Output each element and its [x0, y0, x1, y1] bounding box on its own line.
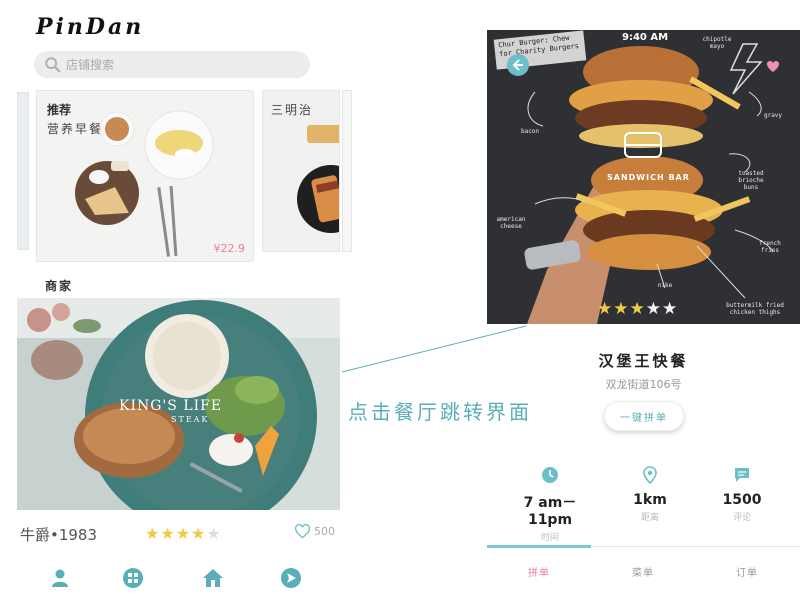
- grid-icon: [123, 568, 143, 588]
- star-icon: ★: [613, 299, 629, 319]
- search-bar[interactable]: [34, 51, 310, 78]
- stat-comments[interactable]: 1500 评论: [697, 466, 787, 523]
- label-chicken: buttermilk fried chicken thighs: [726, 302, 784, 316]
- tab-orders[interactable]: 订单: [695, 564, 799, 579]
- merchant-hero-image[interactable]: KING'S LIFE STEAK: [17, 298, 340, 510]
- restaurant-cover-image: Chur Burger: Chew for Charity Burgers 9:…: [487, 30, 800, 324]
- like-button[interactable]: 500: [294, 524, 335, 539]
- merchants-section-title: 商家: [45, 279, 74, 293]
- star-icon: ★: [206, 524, 221, 543]
- detail-tabs: 拼单 菜单 订单: [487, 545, 800, 586]
- stat-distance: 1km 距离: [605, 466, 695, 523]
- featured-card[interactable]: 推荐 营养早餐 ¥22.9: [36, 90, 254, 262]
- stat-comments-value: 1500: [722, 492, 762, 508]
- nav-home[interactable]: [200, 565, 226, 591]
- star-icon: ★: [645, 299, 661, 319]
- tab-menu[interactable]: 菜单: [591, 564, 695, 579]
- clock-icon: [542, 467, 558, 483]
- label-bacon: bacon: [520, 128, 540, 135]
- tab-group-order[interactable]: 拼单: [487, 564, 591, 579]
- home-icon: [203, 569, 223, 587]
- comment-icon: [735, 468, 749, 482]
- carousel-prev-card[interactable]: [17, 92, 29, 250]
- group-order-button[interactable]: 一键拼单: [604, 401, 684, 431]
- nav-discover[interactable]: [278, 565, 304, 591]
- canvas: PinDan 推荐 营养早餐 ¥22.9: [0, 0, 800, 600]
- restaurant-address: 双龙街道106号: [605, 378, 682, 391]
- active-tab-indicator: [487, 545, 591, 548]
- cover-rating: ★ ★ ★ ★ ★: [597, 299, 678, 319]
- star-icon: ★: [597, 299, 613, 319]
- heart-outline-icon: [294, 524, 311, 539]
- location-pin-icon: [643, 466, 657, 484]
- star-icon: ★: [175, 524, 191, 543]
- label-gravy: gravy: [763, 112, 783, 119]
- stat-distance-value: 1km: [633, 492, 667, 508]
- nav-profile[interactable]: [47, 565, 73, 591]
- restaurant-name: 汉堡王快餐: [598, 352, 689, 370]
- flow-annotation: 点击餐厅跳转界面: [348, 400, 532, 424]
- stat-hours-label: 时间: [540, 533, 559, 543]
- stat-comments-label: 评论: [732, 513, 751, 523]
- label-brioche: toasted brioche buns: [738, 170, 764, 191]
- star-icon: ★: [160, 524, 175, 543]
- star-icon: ★: [629, 299, 645, 319]
- star-icon: ★: [662, 299, 678, 319]
- label-fries: french fries: [759, 240, 781, 254]
- stat-hours: 7 am－11pm 时间: [505, 466, 595, 543]
- carousel-next-card[interactable]: [342, 90, 352, 252]
- merchant-name: 牛爵•1983: [20, 525, 98, 544]
- search-icon: [45, 56, 61, 72]
- featured-label: 推荐: [47, 103, 72, 117]
- like-count: 500: [314, 525, 335, 538]
- label-nike: nike: [657, 282, 673, 289]
- sandwich-card-title: 三明治: [271, 103, 314, 117]
- star-icon: ★: [191, 524, 206, 543]
- merchant-info-row[interactable]: 牛爵•1983 ★ ★ ★ ★ ★ 500: [20, 524, 340, 544]
- stat-hours-value: 7 am－11pm: [523, 495, 577, 528]
- star-icon: ★: [145, 524, 160, 543]
- stat-distance-label: 距离: [640, 513, 659, 523]
- restaurant-stats: 7 am－11pm 时间 1km 距离 1500 评论: [505, 466, 787, 543]
- featured-title: 营养早餐: [47, 122, 104, 136]
- hero-brand-subtitle: STEAK: [171, 415, 210, 424]
- back-button[interactable]: [507, 54, 529, 76]
- arrow-left-icon: [512, 59, 523, 71]
- navigate-icon: [281, 568, 301, 588]
- bottom-nav: [20, 565, 340, 595]
- sandwich-card[interactable]: 三明治: [262, 90, 340, 252]
- search-input[interactable]: [66, 57, 286, 72]
- sandwich-bar-badge: SANDWICH BAR: [607, 173, 690, 182]
- app-logo: PinDan: [36, 14, 145, 40]
- user-icon: [52, 569, 68, 587]
- label-cheese: american cheese: [496, 216, 526, 230]
- merchant-rating: ★ ★ ★ ★ ★: [145, 526, 221, 542]
- nav-categories[interactable]: [120, 565, 146, 591]
- label-chipotle: chipotle mayo: [702, 36, 732, 50]
- featured-price: ¥22.9: [213, 242, 246, 255]
- hero-brand-title: KING'S LIFE: [119, 398, 223, 414]
- status-bar-time: 9:40 AM: [622, 32, 669, 43]
